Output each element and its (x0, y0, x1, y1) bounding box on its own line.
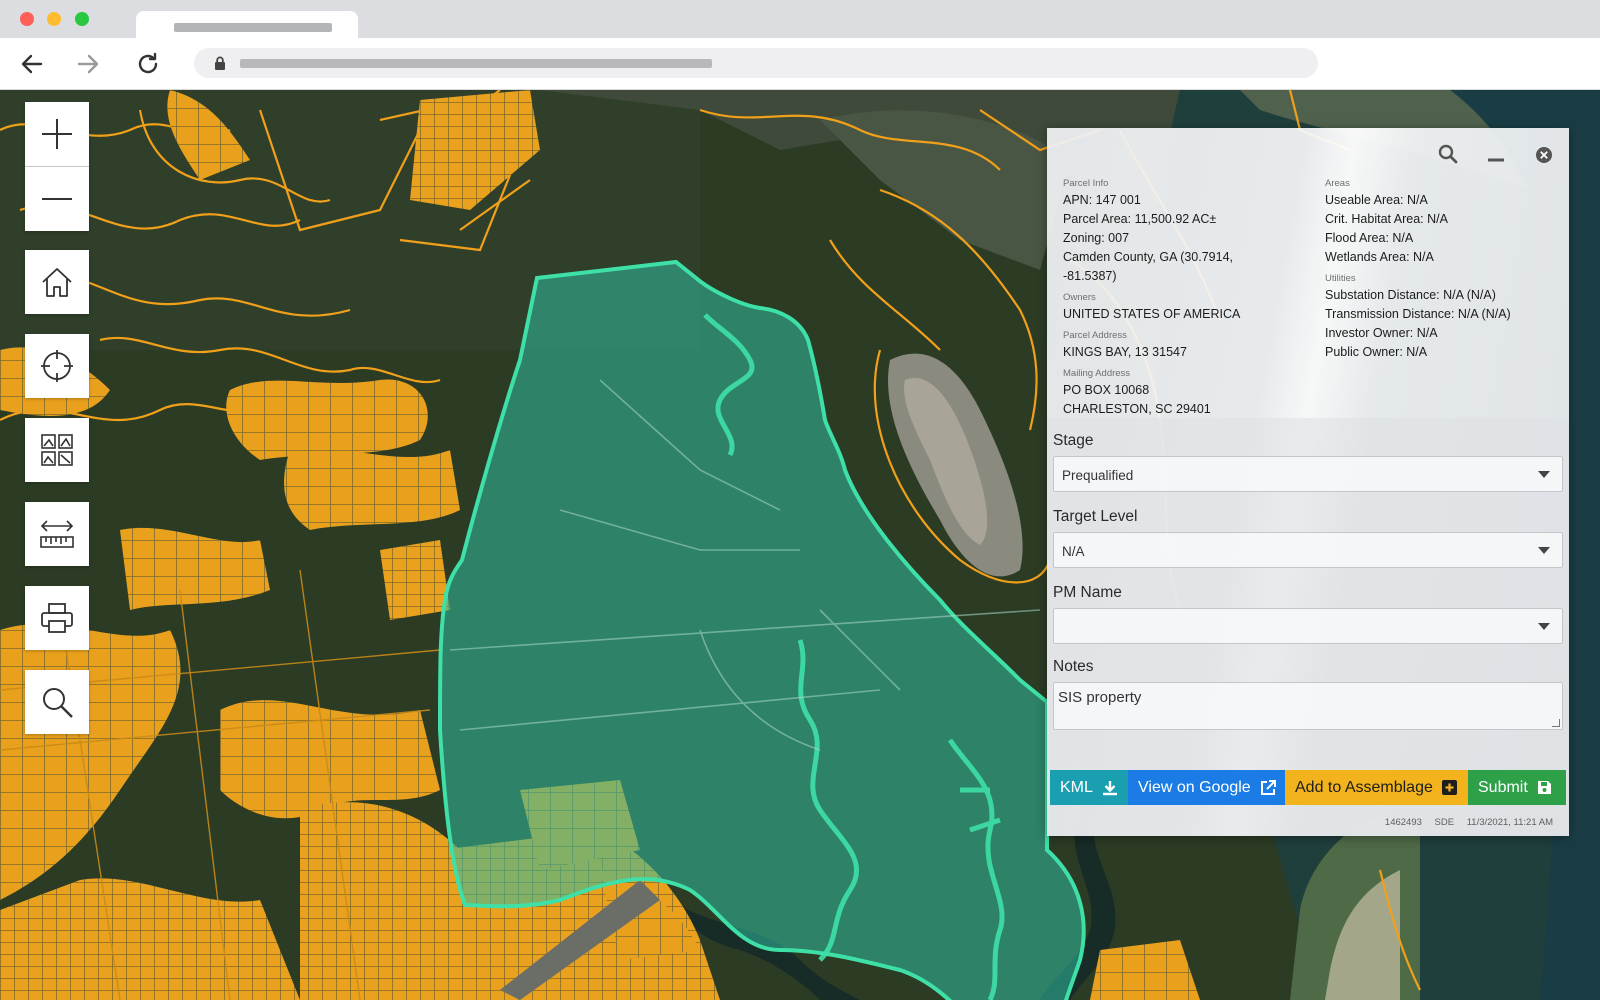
external-link-icon (1260, 779, 1276, 795)
notes-value: SIS property (1058, 689, 1142, 706)
save-icon (1537, 781, 1551, 794)
record-timestamp: 11/3/2021, 11:21 AM (1466, 817, 1553, 828)
chevron-down-icon (1538, 623, 1550, 630)
target-level-label: Target Level (1053, 508, 1138, 525)
map-view[interactable]: Parcel Info APN: 147 001 Parcel Area: 11… (0, 90, 1600, 1000)
reload-button[interactable] (134, 50, 162, 78)
back-button[interactable] (18, 50, 46, 78)
home-icon (42, 268, 72, 297)
stage-select[interactable]: Prequalified (1053, 456, 1563, 492)
pm-name-select[interactable] (1053, 608, 1563, 644)
flood-area-text: Flood Area: N/A (1325, 231, 1414, 245)
stage-label: Stage (1053, 432, 1094, 449)
mailing-address-label: Mailing Address (1063, 368, 1131, 379)
parcel-details-right: Areas Useable Area: N/A Crit. Habitat Ar… (1325, 178, 1565, 362)
measure-button[interactable] (25, 502, 89, 566)
submit-button[interactable]: Submit (1468, 770, 1566, 805)
view-on-google-button[interactable]: View on Google (1128, 770, 1285, 805)
search-icon[interactable] (1438, 144, 1458, 164)
transmission-distance-text: Transmission Distance: N/A (N/A) (1325, 307, 1511, 321)
printer-icon (41, 603, 73, 633)
zoom-in-button[interactable] (25, 102, 89, 166)
kml-button-label: KML (1060, 778, 1093, 796)
tab-title (174, 23, 332, 32)
parcel-details-left: Parcel Info APN: 147 001 Parcel Area: 11… (1063, 178, 1313, 419)
record-user: SDE (1434, 817, 1455, 828)
add-to-assemblage-button[interactable]: Add to Assemblage (1285, 770, 1468, 805)
record-id: 1462493 (1384, 817, 1422, 828)
pm-name-label: PM Name (1053, 584, 1122, 601)
resize-handle[interactable] (1552, 719, 1560, 727)
useable-area-text: Useable Area: N/A (1325, 193, 1428, 207)
utilities-label: Utilities (1325, 273, 1356, 284)
mailing-address-line2: CHARLESTON, SC 29401 (1063, 402, 1211, 416)
county-text: Camden County, GA (30.7914, (1063, 250, 1234, 264)
habitat-area-text: Crit. Habitat Area: N/A (1325, 212, 1448, 226)
target-level-value: N/A (1062, 544, 1085, 559)
basemap-gallery-button[interactable] (25, 418, 89, 482)
lock-icon (215, 56, 225, 70)
crosshair-icon (41, 350, 73, 382)
panel-footer: 1462493 SDE 11/3/2021, 11:21 AM (1375, 817, 1553, 828)
parcel-info-label: Parcel Info (1063, 178, 1109, 189)
chevron-down-icon (1538, 471, 1550, 478)
public-owner-text: Public Owner: N/A (1325, 345, 1428, 359)
add-to-assemblage-label: Add to Assemblage (1295, 778, 1433, 796)
window-maximize-button[interactable] (75, 12, 89, 26)
coordinates-text: -81.5387) (1063, 269, 1117, 283)
ruler-icon (40, 520, 74, 548)
plus-square-icon (1441, 780, 1457, 795)
submit-label: Submit (1478, 778, 1528, 796)
apn-text: APN: 147 001 (1063, 193, 1141, 207)
kml-button[interactable]: KML (1050, 770, 1128, 805)
download-icon (1102, 780, 1117, 795)
browser-tab-bar (0, 0, 1600, 38)
url-text (240, 59, 712, 68)
map-search-button[interactable] (25, 670, 89, 734)
search-icon (43, 688, 73, 718)
gallery-icon (41, 434, 73, 466)
arrow-left-icon (21, 54, 43, 74)
zoning-text: Zoning: 007 (1063, 231, 1130, 245)
window-minimize-button[interactable] (47, 12, 61, 26)
zoom-out-button[interactable] (25, 167, 89, 231)
print-button[interactable] (25, 586, 89, 650)
stage-value: Prequalified (1062, 468, 1134, 483)
close-icon[interactable] (1535, 146, 1553, 164)
notes-textarea[interactable]: SIS property (1053, 682, 1563, 730)
owners-text: UNITED STATES OF AMERICA (1063, 307, 1241, 321)
substation-distance-text: Substation Distance: N/A (N/A) (1325, 288, 1496, 302)
investor-owner-text: Investor Owner: N/A (1325, 326, 1438, 340)
view-on-google-label: View on Google (1138, 778, 1251, 796)
target-level-select[interactable]: N/A (1053, 532, 1563, 568)
parcel-address-label: Parcel Address (1063, 330, 1127, 341)
plus-icon (42, 119, 72, 149)
owners-label: Owners (1063, 292, 1096, 303)
reload-icon (138, 52, 158, 74)
minus-icon (42, 198, 72, 200)
browser-tab[interactable] (136, 11, 358, 38)
minimize-icon[interactable] (1487, 150, 1505, 164)
parcel-info-panel: Parcel Info APN: 147 001 Parcel Area: 11… (1047, 128, 1569, 836)
parcel-area-text: Parcel Area: 11,500.92 AC± (1063, 212, 1217, 226)
areas-label: Areas (1325, 178, 1350, 189)
home-button[interactable] (25, 250, 89, 314)
arrow-right-icon (77, 54, 99, 74)
panel-actions: KML View on Google Add to Assemblage Sub… (1050, 770, 1566, 805)
chevron-down-icon (1538, 547, 1550, 554)
browser-toolbar (0, 38, 1600, 90)
window-close-button[interactable] (20, 12, 34, 26)
parcel-address-text: KINGS BAY, 13 31547 (1063, 345, 1187, 359)
address-bar[interactable] (194, 48, 1318, 78)
mailing-address-line1: PO BOX 10068 (1063, 383, 1150, 397)
locate-button[interactable] (25, 334, 89, 398)
notes-label: Notes (1053, 658, 1094, 675)
forward-button[interactable] (74, 50, 102, 78)
wetlands-area-text: Wetlands Area: N/A (1325, 250, 1434, 264)
